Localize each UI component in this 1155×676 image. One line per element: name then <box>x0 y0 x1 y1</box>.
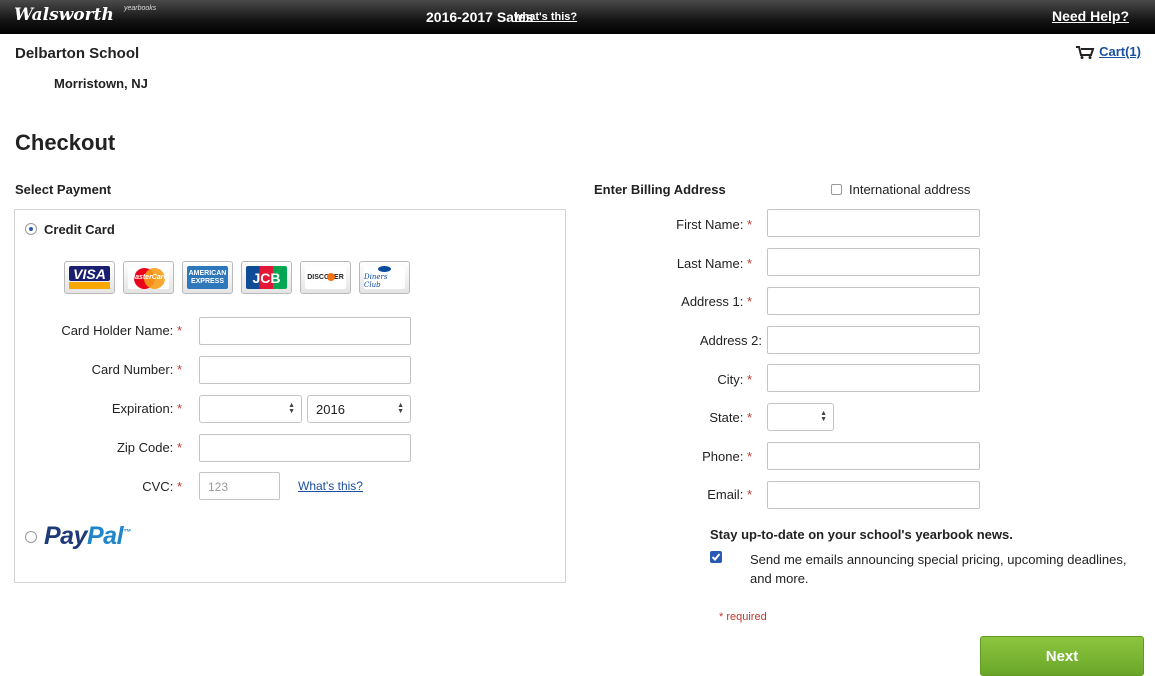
address-2-input[interactable] <box>767 326 980 354</box>
amex-card-icon: AMERICAN EXPRESS <box>182 261 233 294</box>
cart-link[interactable]: Cart(1) <box>1075 44 1141 59</box>
diners-club-card-icon: Diners Club <box>359 261 410 294</box>
international-address-label: International address <box>849 182 971 197</box>
whats-this-link[interactable]: what's this? <box>514 11 577 23</box>
select-payment-heading: Select Payment <box>15 182 112 197</box>
address-1-input[interactable] <box>767 287 980 315</box>
zip-code-label: Zip Code: * <box>116 440 182 455</box>
card-holder-label: Card Holder Name: * <box>61 323 182 338</box>
card-number-label: Card Number: * <box>91 362 182 377</box>
jcb-card-icon: JCB <box>241 261 292 294</box>
phone-label: Phone: * <box>702 449 752 464</box>
first-name-input[interactable] <box>767 209 980 237</box>
city-label: City: * <box>717 372 752 387</box>
paypal-radio[interactable] <box>25 531 37 543</box>
expiration-month-select[interactable]: ▲ ▼ <box>199 395 302 423</box>
state-select[interactable]: ▲ ▼ <box>767 403 834 431</box>
card-holder-input[interactable] <box>199 317 411 345</box>
credit-card-radio[interactable] <box>25 223 37 235</box>
cart-icon <box>1076 46 1095 59</box>
first-name-label: First Name: * <box>676 217 752 232</box>
newsletter-text: Send me emails announcing special pricin… <box>750 552 1127 586</box>
paypal-logo: PayPal™ <box>44 522 131 550</box>
mastercard-icon: MasterCard <box>123 261 174 294</box>
school-name: Delbarton School <box>15 45 140 62</box>
walsworth-logo[interactable]: Walsworth <box>14 5 114 25</box>
billing-address-heading: Enter Billing Address <box>594 182 726 197</box>
email-label: Email: * <box>707 487 752 502</box>
cvc-label: CVC: * <box>142 479 182 494</box>
logo-subtitle: yearbooks <box>124 5 157 12</box>
zip-code-input[interactable] <box>199 434 411 462</box>
visa-card-icon: VISA <box>64 261 115 294</box>
cvc-help-link[interactable]: What's this? <box>298 479 363 493</box>
top-bar: Walsworth yearbooks 2016-2017 Sales what… <box>0 0 1155 34</box>
international-address-checkbox[interactable] <box>831 184 842 195</box>
card-number-input[interactable] <box>199 356 411 384</box>
last-name-label: Last Name: * <box>676 256 752 271</box>
checkmark-icon <box>711 553 721 561</box>
expiration-year-select[interactable]: 2016 ▲ ▼ <box>307 395 411 423</box>
cart-label[interactable]: Cart(1) <box>1099 44 1141 59</box>
last-name-input[interactable] <box>767 248 980 276</box>
address-1-label: Address 1: * <box>681 294 752 309</box>
discover-card-icon: DISCOVER <box>300 261 351 294</box>
phone-input[interactable] <box>767 442 980 470</box>
page-title: Checkout <box>15 130 116 155</box>
address-2-label: Address 2: <box>699 333 762 348</box>
expiration-label: Expiration: * <box>111 401 182 416</box>
email-input[interactable] <box>767 481 980 509</box>
cvc-input[interactable]: 123 <box>199 472 280 500</box>
next-button[interactable]: Next <box>980 636 1144 676</box>
school-location: Morristown, NJ <box>54 76 148 91</box>
state-label: State: * <box>709 410 752 425</box>
credit-card-label: Credit Card <box>44 222 115 237</box>
newsletter-checkbox[interactable] <box>710 551 722 563</box>
newsletter-heading: Stay up-to-date on your school's yearboo… <box>710 527 1013 542</box>
need-help-link[interactable]: Need Help? <box>1052 8 1129 24</box>
required-note: * required <box>719 611 767 623</box>
city-input[interactable] <box>767 364 980 392</box>
